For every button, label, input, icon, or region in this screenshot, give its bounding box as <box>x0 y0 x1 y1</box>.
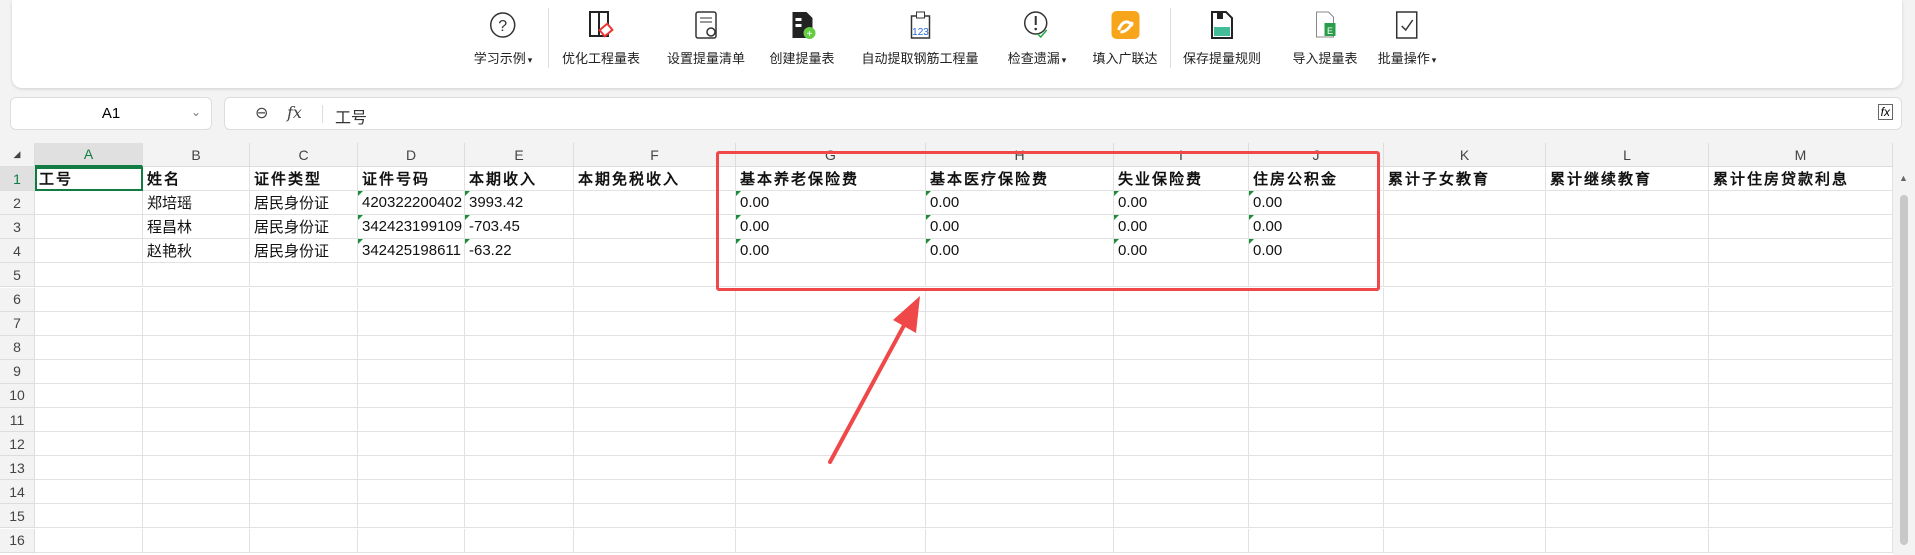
annotation-arrow <box>828 296 920 464</box>
